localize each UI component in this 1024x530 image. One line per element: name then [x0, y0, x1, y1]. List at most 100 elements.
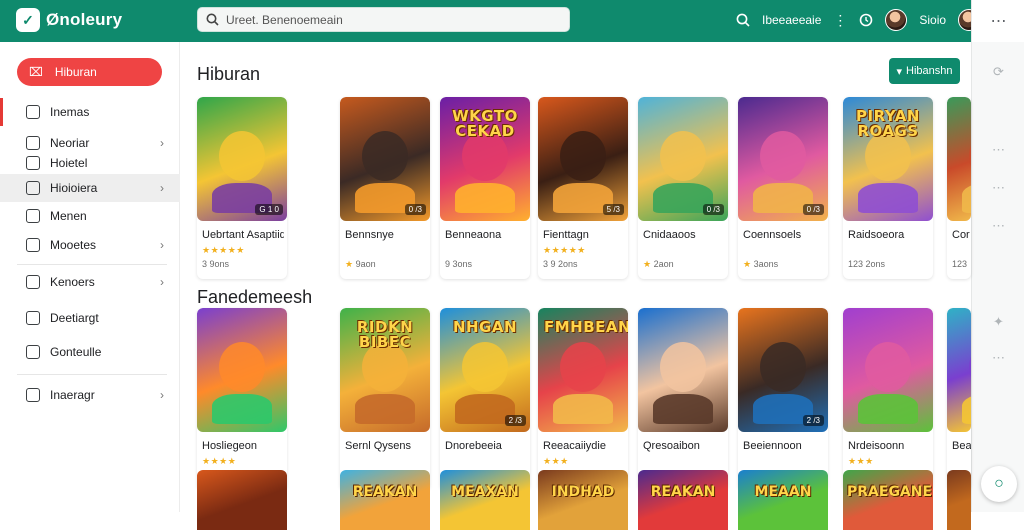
sidebar-item-movies[interactable]: Mooetes ›: [0, 231, 180, 259]
clock-icon[interactable]: [859, 13, 873, 27]
sidebar-item-label: Deetiargt: [50, 311, 99, 325]
pin-icon[interactable]: ✦: [972, 314, 1024, 330]
kebab-icon[interactable]: ⋮: [833, 12, 847, 29]
sidebar-item-deals[interactable]: Deetiargt: [0, 304, 180, 332]
sidebar-item-settings[interactable]: Inaeragr ›: [0, 381, 180, 409]
sidebar-item-label: Inemas: [50, 105, 90, 119]
app-card[interactable]: FMHBEANSReeacaiiydie★★★★ 3aon: [538, 308, 628, 490]
sidebar-item-kenoers[interactable]: Kenoers ›: [0, 268, 180, 296]
rail-item[interactable]: ⋯: [972, 180, 1024, 196]
movie-icon: [26, 238, 40, 252]
sidebar-item-label: Inaeragr: [50, 388, 95, 402]
game-logo: PRAEGANE: [847, 484, 933, 500]
app-card[interactable]: PRAEGANE: [843, 470, 933, 530]
sidebar-item-books[interactable]: Gonteulle: [0, 338, 180, 366]
chevron-right-icon: ›: [160, 275, 164, 289]
app-card[interactable]: Qresoaibon★ 3aons: [638, 308, 728, 490]
app-card[interactable]: INDHAD: [538, 470, 628, 530]
app-card[interactable]: 5 /3 Fienttagn ★★★★★ 3 9 2ons: [538, 97, 628, 279]
rating-badge: 2 /3: [802, 415, 824, 426]
character-shape: [660, 131, 706, 181]
game-logo: INDHAD: [551, 484, 615, 500]
game-logo: PIRYAN ROAGS: [856, 107, 920, 140]
app-card[interactable]: REAKAN: [638, 470, 728, 530]
app-title: Cnidaaoos: [643, 229, 696, 241]
rail-item[interactable]: ⋯: [972, 350, 1024, 366]
bookmark-icon: [26, 136, 40, 150]
sidebar-primary-button[interactable]: ⌧ Hiburan: [17, 58, 162, 86]
app-logo[interactable]: ✓ Ønoleury: [16, 8, 122, 32]
assistant-fab-icon[interactable]: ○: [981, 466, 1017, 502]
avatar[interactable]: [885, 9, 908, 31]
hotel-icon: [26, 156, 40, 170]
app-card[interactable]: Bea: [947, 308, 971, 490]
refresh-icon[interactable]: ⟳: [972, 64, 1024, 80]
game-logo: NHGAN: [452, 318, 518, 336]
app-card[interactable]: PIRYAN ROAGS Raidsoeora 123 2ons: [843, 97, 933, 279]
app-meta: 123: [952, 259, 968, 269]
sidebar-item-label: Mooetes: [50, 238, 97, 252]
sidebar-divider: [17, 264, 167, 265]
search-box[interactable]: [197, 7, 570, 32]
app-card[interactable]: 2 /3Beeiennoon★ 3aon: [738, 308, 828, 490]
rail-item[interactable]: ⋯: [972, 142, 1024, 158]
app-card[interactable]: Hosliegeon ★★★★: [197, 308, 287, 490]
sidebar-item-hotel[interactable]: Hoietel: [0, 153, 180, 173]
rating-badge: 0 /3: [802, 204, 824, 215]
settings-icon: [26, 388, 40, 402]
app-artwork: G 1 0: [197, 97, 287, 221]
game-logo: MEAXAN: [451, 484, 519, 500]
app-card[interactable]: RIDKN BIBECSernl QysensGie 3 aons: [340, 308, 430, 490]
sidebar-item-apps[interactable]: Hioioiera ›: [0, 174, 180, 202]
character-shape: [660, 342, 706, 392]
app-title: Bea: [952, 440, 971, 452]
filter-button-label: Hibanshn: [906, 65, 953, 77]
account-action-label[interactable]: Ibeeaeeaie: [762, 13, 821, 27]
app-card[interactable]: MEAAN: [738, 470, 828, 530]
app-card[interactable]: NHGAN2 /3Dnorebeeia★ 9 aons: [440, 308, 530, 490]
app-title: Reeacaiiydie: [543, 440, 606, 452]
app-card[interactable]: Nrdeisoonn ★★★: [843, 308, 933, 490]
sidebar-item-menu[interactable]: Menen: [0, 202, 180, 230]
home-icon: [26, 105, 40, 119]
app-meta: 123 2ons: [848, 259, 886, 269]
app-card[interactable]: REAKAN: [340, 470, 430, 530]
search-icon[interactable]: [736, 13, 750, 27]
search-input[interactable]: [226, 12, 546, 27]
rating-badge: 0 /3: [702, 204, 724, 215]
search-icon: [206, 13, 219, 26]
character-shape: [553, 394, 613, 424]
user-name[interactable]: Sioio: [919, 13, 946, 27]
app-title: Beeiennoon: [743, 440, 802, 452]
rail-item[interactable]: ⋯: [972, 218, 1024, 234]
app-card[interactable]: WKGTO CEKAD Benneaona 9 3ons: [440, 97, 530, 279]
filter-button[interactable]: ▾ Hibanshn: [889, 58, 960, 84]
app-card[interactable]: Cor 123: [947, 97, 971, 279]
character-shape: [462, 342, 508, 392]
character-shape: [560, 342, 606, 392]
app-card[interactable]: [947, 470, 971, 530]
star-rating: ★★★★★: [202, 245, 245, 255]
app-title: Cor: [952, 229, 970, 241]
app-artwork: RIDKN BIBEC: [340, 308, 430, 432]
section-title: Fanedemeesh: [197, 287, 313, 307]
app-card[interactable]: 0 /3 Cnidaaoos ★ 2aon: [638, 97, 728, 279]
app-card[interactable]: 0 /3 Bennsnye ★ 9aon: [340, 97, 430, 279]
app-card[interactable]: 0 /3 Coennsoels ★ 3aons: [738, 97, 828, 279]
app-card[interactable]: [197, 470, 287, 530]
rating-badge: G 1 0: [255, 204, 283, 215]
app-card[interactable]: G 1 0 Uebrtant Asaptiidoya ★★★★★ 3 9ons: [197, 97, 287, 279]
character-shape: [962, 183, 971, 213]
star-rating: ★★★: [848, 456, 874, 466]
more-dots-icon[interactable]: ⋯: [972, 0, 1024, 42]
character-shape: [212, 394, 272, 424]
app-card[interactable]: MEAXAN: [440, 470, 530, 530]
section-title: Hiburan: [197, 64, 261, 84]
sidebar-item-label: Gonteulle: [50, 345, 102, 359]
sidebar-primary-label: Hiburan: [54, 65, 97, 79]
game-logo: REAKAN: [650, 484, 716, 500]
sidebar-item-home[interactable]: Inemas: [0, 98, 180, 126]
app-title: Qresoaibon: [643, 440, 700, 452]
menu-icon: [26, 209, 40, 223]
character-shape: [858, 183, 918, 213]
